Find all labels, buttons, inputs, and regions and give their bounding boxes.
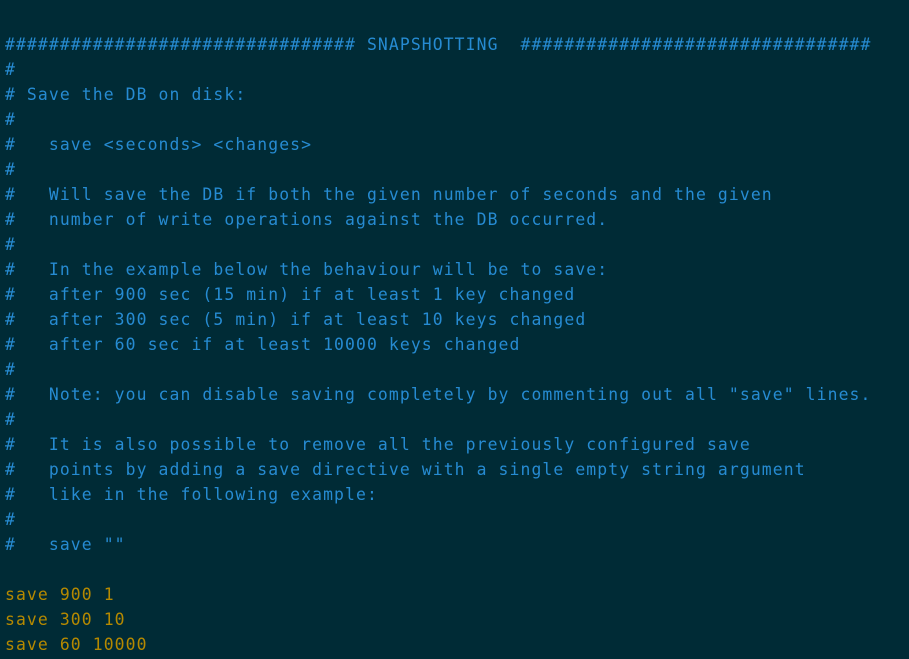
blank-line	[5, 557, 871, 582]
comment-line: #	[5, 235, 16, 254]
comment-line: #	[5, 360, 16, 379]
comment-line: # like in the following example:	[5, 485, 378, 504]
comment-line: # It is also possible to remove all the …	[5, 435, 751, 454]
comment-line: # save ""	[5, 535, 126, 554]
comment-line: # Will save the DB if both the given num…	[5, 185, 773, 204]
comment-line: #	[5, 160, 16, 179]
comment-line: # after 300 sec (5 min) if at least 10 k…	[5, 310, 587, 329]
comment-line: # after 900 sec (15 min) if at least 1 k…	[5, 285, 576, 304]
comment-line: # after 60 sec if at least 10000 keys ch…	[5, 335, 521, 354]
comment-line: # number of write operations against the…	[5, 210, 609, 229]
comment-line: ################################ SNAPSHO…	[5, 35, 872, 54]
comment-line: # Save the DB on disk:	[5, 85, 247, 104]
comment-line: # In the example below the behaviour wil…	[5, 260, 609, 279]
comment-line: #	[5, 410, 16, 429]
config-directive-line: save 900 1	[5, 585, 115, 604]
comment-line: # save <seconds> <changes>	[5, 135, 313, 154]
comment-line: #	[5, 60, 16, 79]
config-directive-line: save 300 10	[5, 610, 126, 629]
comment-line: #	[5, 510, 16, 529]
terminal-window[interactable]: ################################ SNAPSHO…	[0, 0, 909, 659]
editor-text-area[interactable]: ################################ SNAPSHO…	[5, 32, 871, 657]
comment-line: # Note: you can disable saving completel…	[5, 385, 872, 404]
comment-line: #	[5, 110, 16, 129]
config-directive-line: save 60 10000	[5, 635, 148, 654]
comment-line: # points by adding a save directive with…	[5, 460, 806, 479]
